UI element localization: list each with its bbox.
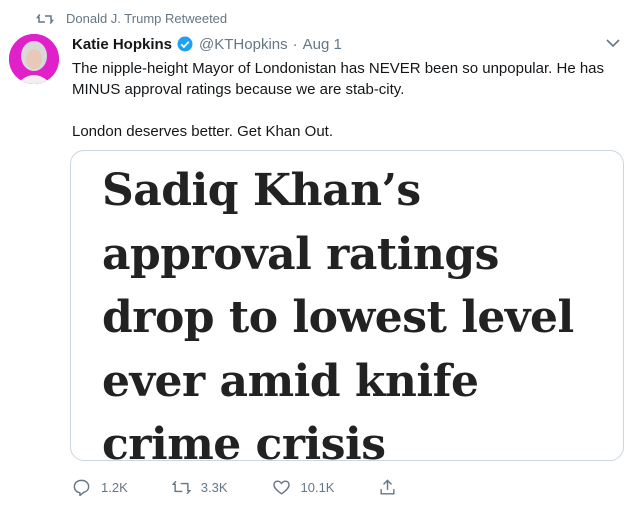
tweet-paragraph: London deserves better. Get Khan Out.: [72, 123, 334, 140]
chevron-down-icon[interactable]: [606, 38, 620, 48]
tweet-paragraph: The nipple-height Mayor of Londonistan h…: [72, 60, 605, 98]
media-card[interactable]: Sadiq Khan’s approval ratings drop to lo…: [70, 150, 624, 461]
author-handle[interactable]: @KTHopkins: [199, 36, 288, 53]
author-display-name[interactable]: Katie Hopkins: [72, 36, 172, 53]
retweet-button[interactable]: 3.3K: [171, 478, 228, 497]
reply-count: 1.2K: [101, 480, 128, 495]
reply-button[interactable]: 1.2K: [72, 478, 128, 497]
avatar-image: [9, 34, 59, 84]
share-icon: [380, 479, 396, 495]
retweet-count: 3.3K: [200, 480, 228, 495]
tweet-actions: 1.2K 3.3K 10.1K: [72, 478, 441, 497]
like-icon: [272, 480, 290, 495]
retweet-context-label: Donald J. Trump Retweeted: [66, 11, 228, 26]
retweet-icon: [36, 13, 54, 24]
meta-separator: ·: [292, 35, 298, 53]
headline-line: approval ratings: [102, 228, 499, 280]
headline-line: ever amid knife: [102, 355, 479, 407]
tweet-header: Katie Hopkins @KTHopkins · Aug 1: [72, 35, 620, 53]
share-button[interactable]: [378, 478, 397, 497]
media-headline: Sadiq Khan’s approval ratings drop to lo…: [102, 159, 612, 461]
avatar[interactable]: [9, 34, 59, 84]
tweet-text: The nipple-height Mayor of Londonistan h…: [72, 58, 627, 142]
headline-line: crime crisis: [102, 419, 386, 461]
reply-icon: [73, 479, 90, 497]
headline-line: Sadiq Khan’s: [102, 165, 421, 216]
retweet-icon: [171, 480, 191, 495]
retweet-context[interactable]: Donald J. Trump Retweeted: [36, 11, 227, 26]
verified-badge-icon: [177, 36, 193, 52]
like-count: 10.1K: [300, 480, 335, 495]
tweet-date[interactable]: Aug 1: [303, 36, 342, 53]
like-button[interactable]: 10.1K: [272, 478, 335, 497]
headline-line: drop to lowest level: [102, 292, 574, 343]
